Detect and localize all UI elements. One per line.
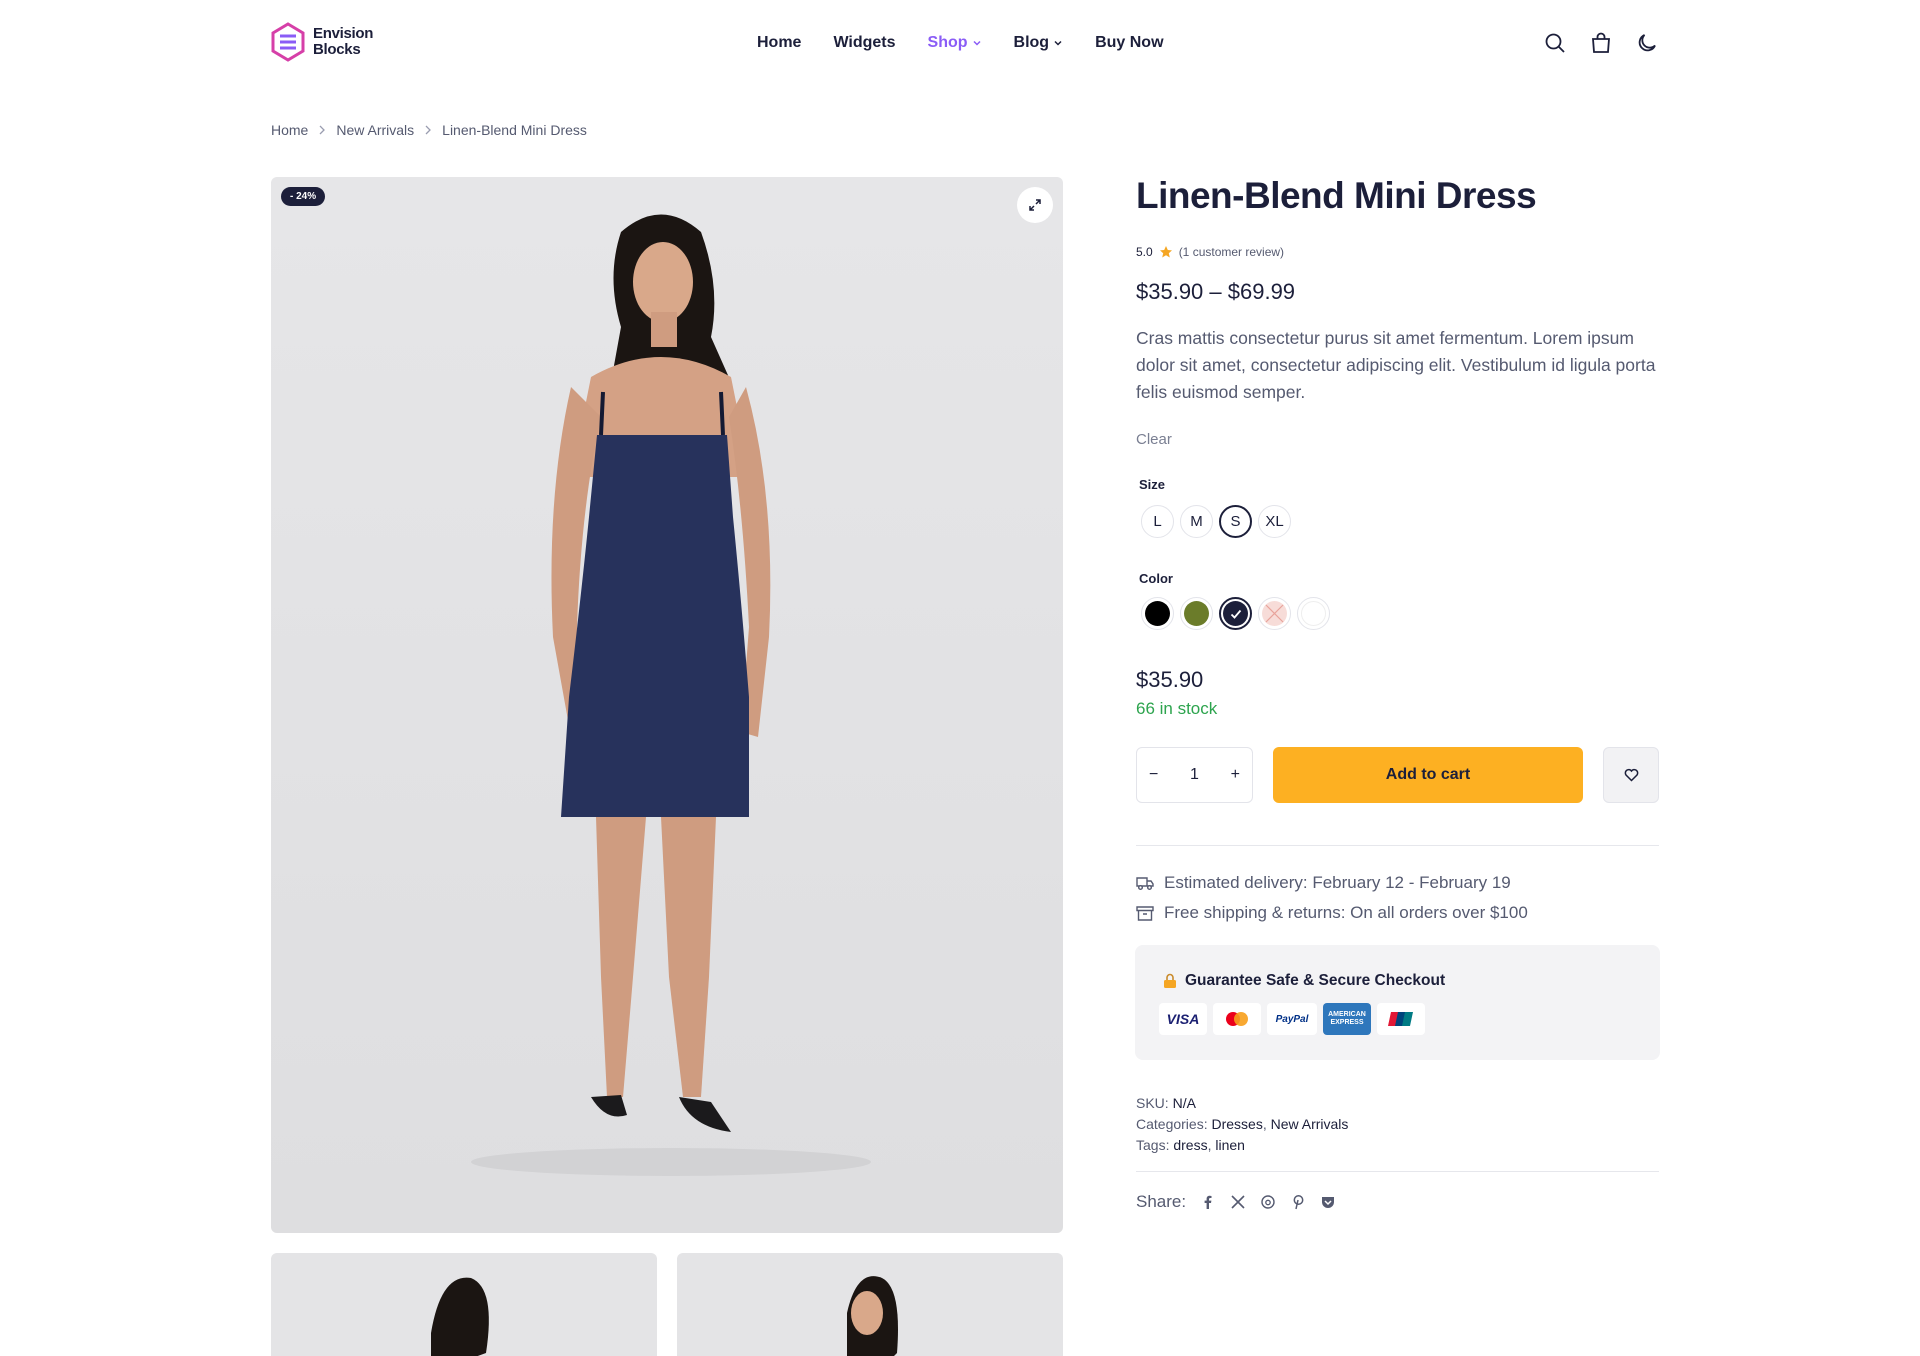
dark-mode-icon[interactable]	[1635, 31, 1659, 55]
amex-icon: AMERICAN EXPRESS	[1323, 1003, 1371, 1035]
category-link[interactable]: New Arrivals	[1271, 1116, 1349, 1132]
lock-icon	[1164, 973, 1176, 988]
pocket-icon[interactable]	[1320, 1194, 1336, 1210]
delivery-text: Estimated delivery: February 12 - Februa…	[1164, 873, 1511, 892]
color-label: Color	[1139, 571, 1173, 586]
share-label: Share:	[1136, 1192, 1187, 1211]
size-options: L M S XL	[1141, 505, 1291, 538]
add-to-cart-button[interactable]: Add to cart	[1273, 747, 1583, 803]
nav-buy-now[interactable]: Buy Now	[1095, 34, 1163, 52]
review-count-link[interactable]: (1 customer review)	[1179, 245, 1284, 259]
brand-logo-icon	[271, 22, 305, 62]
product-title: Linen-Blend Mini Dress	[1136, 175, 1537, 216]
product-description: Cras mattis consectetur purus sit amet f…	[1136, 328, 1656, 402]
tags-row: Tags: dress, linen	[1136, 1137, 1245, 1153]
brand-logo[interactable]: Envision Blocks	[271, 22, 373, 62]
breadcrumb-home[interactable]: Home	[271, 122, 308, 138]
breadcrumb-current: Linen-Blend Mini Dress	[442, 122, 587, 138]
product-main-image[interactable]: - 24%	[271, 177, 1063, 1233]
size-label: Size	[1139, 477, 1166, 492]
secure-checkout-box: Guarantee Safe & Secure Checkout VISA Pa…	[1135, 945, 1660, 1060]
clear-selection-link[interactable]: Clear	[1136, 431, 1172, 448]
cart-bag-icon[interactable]	[1589, 31, 1613, 55]
paypal-icon: PayPal	[1267, 1003, 1317, 1035]
size-option-m[interactable]: M	[1180, 505, 1213, 538]
thumbnail-photo	[431, 1277, 489, 1356]
nav-home[interactable]: Home	[757, 34, 801, 52]
chevron-right-icon	[319, 125, 326, 135]
size-option-l[interactable]: L	[1141, 505, 1174, 538]
tag-link[interactable]: dress	[1173, 1137, 1207, 1153]
thumbnail-photo	[847, 1276, 898, 1356]
color-swatch-olive[interactable]	[1180, 597, 1213, 630]
rating-value: 5.0	[1136, 245, 1153, 259]
facebook-icon[interactable]	[1200, 1194, 1216, 1210]
selected-price: $35.90	[1136, 667, 1204, 692]
expand-icon[interactable]	[1017, 187, 1053, 223]
product-thumbnail[interactable]	[271, 1253, 657, 1356]
size-option-s[interactable]: S	[1219, 505, 1252, 538]
visa-icon: VISA	[1159, 1003, 1207, 1035]
truck-icon	[1136, 877, 1154, 890]
color-swatch-white[interactable]	[1297, 597, 1330, 630]
quantity-stepper: − 1 +	[1136, 747, 1253, 803]
pinterest-icon[interactable]	[1290, 1194, 1306, 1210]
quantity-input[interactable]: 1	[1190, 766, 1199, 784]
product-photo	[471, 214, 871, 1176]
stock-status: 66 in stock	[1136, 699, 1218, 718]
sku-value: N/A	[1172, 1095, 1196, 1111]
secure-checkout-title: Guarantee Safe & Secure Checkout	[1163, 972, 1445, 990]
heart-icon	[1624, 768, 1638, 782]
size-option-xl[interactable]: XL	[1258, 505, 1291, 538]
nav-shop[interactable]: Shop	[928, 34, 982, 52]
unavailable-cross-icon	[1265, 604, 1284, 623]
breadcrumb: Home New Arrivals Linen-Blend Mini Dress	[271, 122, 587, 138]
chevron-down-icon	[973, 40, 981, 46]
quantity-decrease-button[interactable]: −	[1149, 766, 1158, 784]
discount-badge: - 24%	[281, 187, 326, 206]
shipping-text: Free shipping & returns: On all orders o…	[1164, 903, 1528, 922]
tag-link[interactable]: linen	[1215, 1137, 1245, 1153]
color-swatch-navy[interactable]	[1219, 597, 1252, 630]
check-icon	[1230, 609, 1241, 619]
star-icon	[1159, 246, 1172, 258]
search-icon[interactable]	[1543, 31, 1567, 55]
box-icon	[1136, 906, 1154, 921]
color-swatch-black[interactable]	[1141, 597, 1174, 630]
price-range: $35.90 – $69.99	[1136, 279, 1296, 304]
divider	[1136, 845, 1659, 846]
brand-name: Envision Blocks	[313, 25, 374, 58]
wishlist-button[interactable]	[1603, 747, 1659, 803]
chevron-down-icon	[1054, 40, 1062, 46]
quantity-increase-button[interactable]: +	[1231, 766, 1240, 784]
nav-blog[interactable]: Blog	[1014, 34, 1064, 52]
share-row: Share:	[1136, 1192, 1336, 1212]
shipping-info: Free shipping & returns: On all orders o…	[1136, 903, 1528, 923]
category-link[interactable]: Dresses	[1211, 1116, 1262, 1132]
categories-row: Categories: Dresses, New Arrivals	[1136, 1116, 1349, 1132]
color-options	[1141, 597, 1330, 630]
header-actions	[1543, 31, 1659, 55]
threads-icon[interactable]	[1260, 1194, 1276, 1210]
product-thumbnail[interactable]	[677, 1253, 1063, 1356]
sku-row: SKU: N/A	[1136, 1095, 1196, 1111]
payment-methods: VISA PayPal AMERICAN EXPRESS	[1159, 1003, 1425, 1035]
divider	[1136, 1171, 1659, 1172]
unionpay-icon	[1377, 1003, 1425, 1035]
product-rating: 5.0 (1 customer review)	[1136, 245, 1284, 259]
mastercard-icon	[1213, 1003, 1261, 1035]
breadcrumb-new-arrivals[interactable]: New Arrivals	[336, 122, 414, 138]
chevron-right-icon	[425, 125, 432, 135]
main-nav: Home Widgets Shop Blog Buy Now	[757, 34, 1164, 52]
delivery-info: Estimated delivery: February 12 - Februa…	[1136, 873, 1511, 893]
nav-widgets[interactable]: Widgets	[833, 34, 895, 52]
x-icon[interactable]	[1230, 1194, 1246, 1210]
color-swatch-pink-unavailable[interactable]	[1258, 597, 1291, 630]
